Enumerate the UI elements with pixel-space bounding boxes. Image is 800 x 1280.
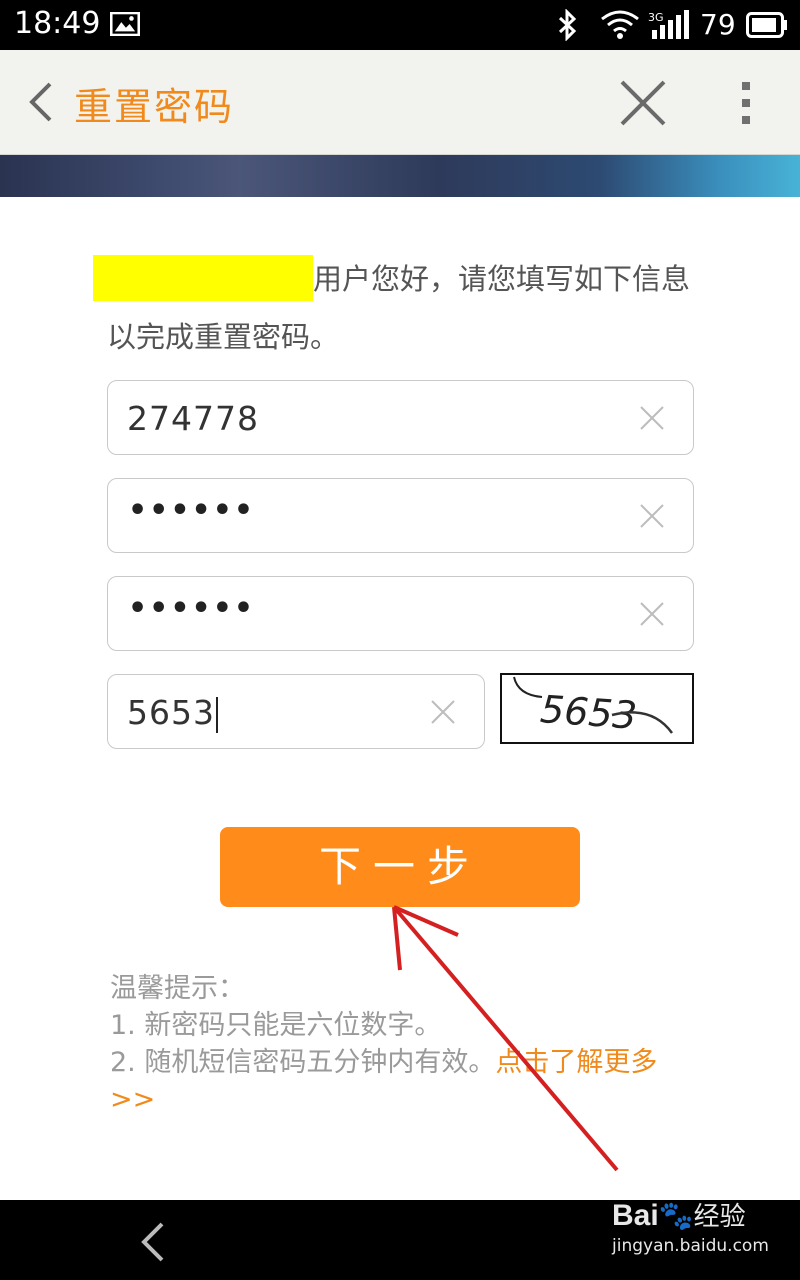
paw-icon: 🐾 <box>658 1199 694 1232</box>
captcha-input-field[interactable]: 5653 <box>107 674 485 749</box>
watermark-brand: Bai <box>612 1199 659 1232</box>
captcha-input-value: 5653 <box>127 693 218 733</box>
svg-text:3G: 3G <box>648 11 664 24</box>
tips-section: 温馨提示： 1. 新密码只能是六位数字。 2. 随机短信密码五分钟内有效。点击了… <box>110 970 700 1118</box>
page-title: 重置密码 <box>74 85 235 129</box>
close-icon[interactable] <box>618 78 668 128</box>
tips-line-1: 1. 新密码只能是六位数字。 <box>110 1010 442 1041</box>
title-bar: 重置密码 <box>0 50 800 155</box>
wifi-icon <box>601 10 639 39</box>
next-step-button[interactable]: 下一步 <box>220 827 580 907</box>
more-icon[interactable] <box>736 80 756 126</box>
image-icon <box>110 12 140 36</box>
status-time: 18:49 <box>14 6 101 41</box>
watermark-brand-cn: 经验 <box>693 1202 746 1232</box>
signal-icon: 3G <box>648 10 689 39</box>
confirm-password-field[interactable]: •••••• <box>107 576 694 651</box>
clear-icon[interactable] <box>639 405 665 431</box>
sms-code-value: 274778 <box>127 399 259 438</box>
greeting-text: 用户您好，请您填写如下信息以完成重置密码。 <box>93 250 697 366</box>
clear-icon[interactable] <box>639 601 665 627</box>
captcha-drawing: 5653 <box>513 676 674 738</box>
clear-icon[interactable] <box>639 503 665 529</box>
new-password-value: •••••• <box>128 493 256 528</box>
new-password-field[interactable]: •••••• <box>107 478 694 553</box>
tips-line-2: 2. 随机短信密码五分钟内有效。点击了解更多>> <box>110 1047 658 1115</box>
nav-back-icon[interactable] <box>138 1220 168 1264</box>
text-cursor <box>215 696 218 733</box>
banner <box>0 155 800 197</box>
back-icon[interactable] <box>26 80 56 124</box>
battery-percent: 79 <box>700 8 736 41</box>
confirm-password-value: •••••• <box>128 591 256 626</box>
status-bar: 18:49 3G 79 <box>0 0 800 50</box>
watermark-url: jingyan.baidu.com <box>612 1236 769 1256</box>
sms-code-field[interactable]: 274778 <box>107 380 694 455</box>
bluetooth-icon <box>558 9 577 41</box>
captcha-image[interactable]: 5653 <box>500 673 694 744</box>
redacted-username <box>93 255 313 301</box>
clear-icon[interactable] <box>430 699 456 725</box>
tips-title: 温馨提示： <box>110 973 245 1004</box>
baidu-watermark: Bai🐾经验 jingyan.baidu.com <box>612 1196 769 1256</box>
battery-icon <box>746 12 787 38</box>
